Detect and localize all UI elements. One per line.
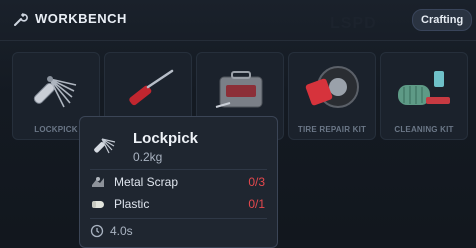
lockpick-icon: [33, 76, 77, 108]
screwdriver-icon: [129, 69, 174, 106]
recipe-label: TIRE REPAIR KIT: [297, 125, 367, 134]
material-name: Plastic: [114, 197, 150, 211]
tire-repair-kit-icon: [305, 66, 359, 108]
material-row: Metal Scrap 0/3: [90, 173, 265, 191]
material-row: Plastic 0/1: [90, 195, 265, 213]
recipe-label: CLEANING KIT: [394, 125, 454, 134]
item-weight: 0.2kg: [133, 150, 163, 164]
crafting-badge[interactable]: Crafting: [412, 9, 473, 31]
background-watermark: LSPD: [330, 15, 377, 32]
material-count: 0/3: [248, 175, 265, 189]
header: WORKBENCH LSPD Crafting: [0, 0, 476, 41]
divider: [90, 169, 267, 170]
workbench-panel: WORKBENCH LSPD Crafting LOCKPICK TIRE RE…: [0, 0, 476, 248]
craft-time-value: 4.0s: [110, 224, 133, 238]
lockpick-icon: [94, 138, 116, 154]
toolbox-icon: [215, 71, 263, 108]
recipe-tooltip: Lockpick 0.2kg Metal Scrap 0/3 Plastic 0…: [79, 116, 278, 248]
cleaning-kit-icon: [398, 71, 450, 105]
divider: [90, 218, 267, 219]
panel-title: WORKBENCH: [35, 11, 127, 26]
plastic-icon: [92, 201, 104, 208]
item-name: Lockpick: [133, 130, 199, 147]
clock-icon: [90, 224, 104, 238]
wrench-icon: [14, 12, 28, 26]
material-count: 0/1: [248, 197, 265, 211]
recipe-card-cleaning-kit[interactable]: CLEANING KIT: [380, 52, 468, 140]
material-name: Metal Scrap: [114, 175, 179, 189]
recipe-card-tire-repair-kit[interactable]: TIRE REPAIR KIT: [288, 52, 376, 140]
metal-scrap-icon: [92, 177, 104, 187]
